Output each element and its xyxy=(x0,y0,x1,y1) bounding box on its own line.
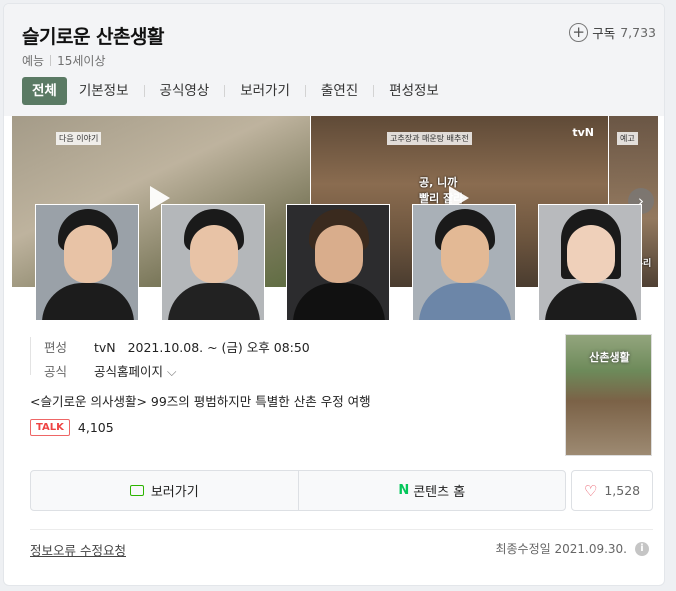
program-description: <슬기로운 의사생활> 99즈의 평범하지만 특별한 산촌 우정 여행 xyxy=(30,394,371,409)
tab-official-video[interactable]: 공식영상 xyxy=(160,77,210,105)
cast-face xyxy=(190,225,238,283)
cast-photo-1[interactable] xyxy=(35,204,139,321)
clip-caption: 다음 이야기 xyxy=(56,132,102,145)
last-updated-text: 최종수정일 2021.09.30. xyxy=(495,542,627,556)
tab-all[interactable]: 전체 xyxy=(22,77,67,105)
official-label: 공식 xyxy=(44,364,68,379)
cast-face xyxy=(567,225,615,283)
tab-bar: 전체 기본정보 공식영상 보러가기 출연진 편성정보 xyxy=(22,77,439,105)
plus-icon: + xyxy=(569,23,589,42)
cast-body xyxy=(293,283,385,320)
cast-body xyxy=(419,283,511,320)
genre-text: 예능 xyxy=(22,54,45,68)
last-updated: 최종수정일 2021.09.30. i xyxy=(495,540,649,557)
tab-divider xyxy=(224,85,226,97)
meta-divider xyxy=(50,55,52,66)
rating-text: 15세이상 xyxy=(57,54,106,68)
program-meta: 예능 15세이상 xyxy=(22,52,105,69)
official-homepage-text: 공식홈페이지 xyxy=(94,364,164,379)
tab-divider xyxy=(304,85,306,97)
cast-photo-4[interactable] xyxy=(412,204,516,321)
talk-badge: TALK xyxy=(30,419,70,436)
action-buttons: 보러가기 N 콘텐츠 홈 xyxy=(30,470,566,511)
naver-n-icon: N xyxy=(398,483,410,498)
talk-count: 4,105 xyxy=(77,420,114,435)
details-divider xyxy=(30,337,31,375)
cast-face xyxy=(64,225,112,283)
report-error-link[interactable]: 정보오류 수정요청 xyxy=(30,540,126,559)
watch-label: 보러가기 xyxy=(150,485,199,500)
like-count: 1,528 xyxy=(604,483,641,498)
cast-face xyxy=(441,225,489,283)
program-card: 슬기로운 산촌생활 예능 15세이상 + 구독 7,733 전체 기본정보 공식영… xyxy=(3,3,665,586)
cast-body xyxy=(545,283,637,320)
watch-button[interactable]: 보러가기 xyxy=(31,471,298,510)
official-homepage-link[interactable]: 공식홈페이지 ⌵ xyxy=(94,361,176,380)
program-title[interactable]: 슬기로운 산촌생활 xyxy=(22,22,164,49)
tab-schedule[interactable]: 편성정보 xyxy=(389,77,439,105)
tab-divider xyxy=(373,85,375,97)
tab-basic-info[interactable]: 기본정보 xyxy=(79,77,129,105)
subscribe-count: 7,733 xyxy=(620,25,656,40)
chevron-down-icon: ⌵ xyxy=(167,364,177,379)
cast-body xyxy=(42,283,134,320)
tab-divider xyxy=(143,85,145,97)
content-home-button[interactable]: N 콘텐츠 홈 xyxy=(297,471,566,510)
clip-caption: 고추장과 매운탕 배추전 xyxy=(387,132,472,145)
program-poster[interactable]: 산촌생활 xyxy=(565,334,652,456)
schedule-text: 2021.10.08. ~ (금) 오후 08:50 xyxy=(127,340,310,355)
broadcast-label: 편성 xyxy=(44,340,68,355)
cast-body xyxy=(168,283,260,320)
tab-cast[interactable]: 출연진 xyxy=(321,77,358,105)
footer-divider xyxy=(30,529,653,530)
cast-face xyxy=(315,225,363,283)
cast-photo-3[interactable] xyxy=(286,204,390,321)
talk-link[interactable]: TALK 4,105 xyxy=(30,419,114,436)
tab-watch[interactable]: 보러가기 xyxy=(240,77,290,105)
like-button[interactable]: ♡ 1,528 xyxy=(571,470,653,511)
video-play-icon xyxy=(129,485,144,496)
subscribe-button[interactable]: + 구독 7,733 xyxy=(569,23,656,42)
clip-caption: 예고 xyxy=(617,132,638,145)
card-header: 슬기로운 산촌생활 예능 15세이상 + 구독 7,733 전체 기본정보 공식영… xyxy=(4,4,664,116)
cast-photo-5[interactable] xyxy=(538,204,642,321)
heart-icon: ♡ xyxy=(583,481,598,500)
cast-photo-2[interactable] xyxy=(161,204,265,321)
content-home-label: 콘텐츠 홈 xyxy=(413,485,466,500)
broadcast-value: tvN 2021.10.08. ~ (금) 오후 08:50 xyxy=(94,337,310,356)
subscribe-label: 구독 xyxy=(592,26,616,41)
poster-title: 산촌생활 xyxy=(589,351,630,364)
channel-link[interactable]: tvN xyxy=(94,340,116,355)
channel-logo: tvN xyxy=(572,126,594,139)
info-icon[interactable]: i xyxy=(635,541,649,556)
